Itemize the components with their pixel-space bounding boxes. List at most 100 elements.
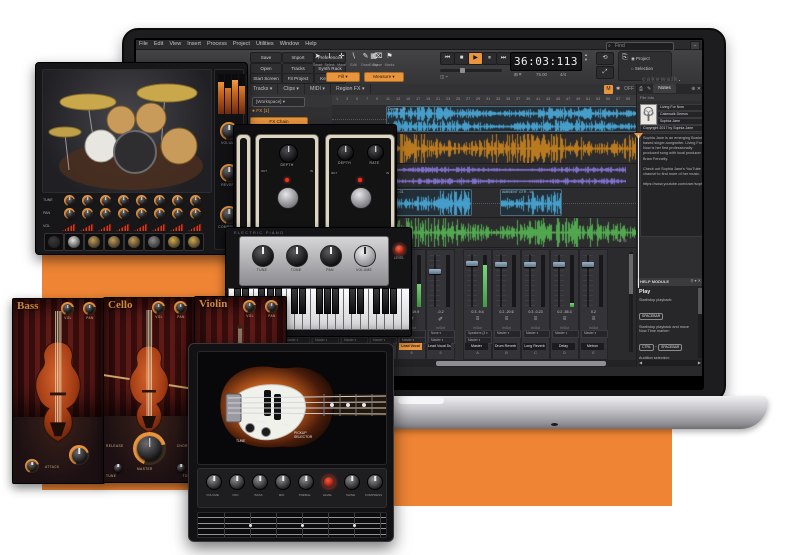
fader-cap[interactable]	[466, 261, 478, 266]
strip-pan-icon[interactable]: ≡	[493, 316, 520, 322]
notes-text[interactable]: Sophia Jane is an emerging Boston based …	[640, 133, 702, 237]
window-minimize-button[interactable]: –	[690, 41, 700, 50]
view-tab-region[interactable]: Region FX ▾	[331, 84, 371, 94]
bass-release-knob[interactable]	[71, 447, 87, 463]
strip-send-dropdown[interactable]: Master ▾	[581, 330, 608, 338]
menu-help[interactable]: Help	[302, 40, 319, 48]
piano-pan-knob[interactable]	[320, 245, 342, 267]
menu-edit[interactable]: Edit	[151, 40, 166, 48]
piano-black-key[interactable]	[315, 288, 323, 314]
bass-mid-knob[interactable]	[275, 474, 291, 490]
tremolo-footswitch[interactable]	[350, 187, 372, 209]
menu-file[interactable]: File	[136, 40, 151, 48]
piano-volume-knob[interactable]	[354, 245, 376, 267]
cello-small-knob[interactable]	[114, 464, 122, 472]
fader-cap[interactable]	[582, 262, 594, 267]
metronome-icon[interactable]: ◫ ⌁	[440, 74, 448, 80]
transport-spinner[interactable]: ▲ ▼	[584, 52, 592, 70]
drum-pan-knob[interactable]	[83, 209, 92, 218]
violin-pan-knob[interactable]	[267, 302, 276, 311]
cello-vol-knob[interactable]	[154, 303, 163, 312]
drum-pan-knob[interactable]	[155, 209, 164, 218]
drum-tune-knob[interactable]	[155, 196, 164, 205]
drum-tune-knob[interactable]	[65, 196, 74, 205]
chorus-depth-knob[interactable]	[279, 144, 298, 163]
piano-black-key[interactable]	[332, 288, 340, 314]
piano-black-key[interactable]	[389, 288, 397, 314]
drum-pan-knob[interactable]	[173, 209, 182, 218]
strip-pan-icon[interactable]: ≡	[580, 316, 607, 322]
bass-compress-knob[interactable]	[367, 474, 383, 490]
piano-black-key[interactable]	[348, 288, 356, 314]
drum-piece-thumb[interactable]	[184, 233, 204, 251]
tool-select-icon[interactable]: I	[324, 52, 335, 62]
transport-forward-button[interactable]: ⏭	[496, 52, 511, 65]
menu-process[interactable]: Process	[204, 40, 230, 48]
drum-piece-thumb[interactable]	[84, 233, 104, 251]
drum-vol-meter[interactable]	[188, 223, 202, 231]
bass-attack-knob[interactable]	[27, 461, 37, 471]
drum-vol-meter[interactable]	[62, 223, 76, 231]
copyright-field[interactable]: Copyright 2017 by Sophia Jane	[640, 125, 702, 133]
fader-cap[interactable]	[553, 262, 565, 267]
drum-pan-knob[interactable]	[119, 209, 128, 218]
fx-global-icon[interactable]: ✱	[616, 86, 620, 92]
drum-piece-thumb[interactable]	[144, 233, 164, 251]
strip-pan-icon[interactable]: ≡	[522, 316, 549, 322]
drum-piece-thumb[interactable]	[104, 233, 124, 251]
transport-scrub-slider[interactable]	[440, 68, 502, 73]
fit-project-button[interactable]: Fit Project	[282, 73, 314, 84]
menu-window[interactable]: Window	[277, 40, 303, 48]
mode-project-radio[interactable]: ◉ Project	[631, 56, 650, 62]
drum-tune-knob[interactable]	[173, 196, 182, 205]
tremolo-rate-knob[interactable]	[367, 144, 384, 161]
drum-pan-knob[interactable]	[137, 209, 146, 218]
transport-rewind-button[interactable]: ⏮	[440, 52, 455, 65]
transport-play-button[interactable]: ▶	[468, 52, 483, 65]
meter-value[interactable]: 4/4	[560, 72, 566, 77]
save-button[interactable]: Save	[250, 52, 282, 63]
mixer-strip-long-reverb[interactable]: 0.3 -0.23 ≡ In/Out Master ▾ Long Reverb C	[521, 249, 550, 360]
piano-white-key[interactable]	[400, 288, 409, 330]
drum-piece-thumb[interactable]	[64, 233, 84, 251]
strip-automation-icon[interactable]: ✐	[427, 316, 454, 323]
piano-tune-knob[interactable]	[252, 245, 274, 267]
bass-pan-knob[interactable]	[229, 474, 245, 490]
view-tab-tracks[interactable]: Tracks ▾	[248, 84, 279, 94]
bass-pan-knob[interactable]	[85, 304, 94, 313]
plugin-tab-icon[interactable]: ✎	[645, 84, 653, 94]
drum-pan-knob[interactable]	[101, 209, 110, 218]
piano-black-key[interactable]	[324, 288, 332, 314]
loop-button[interactable]: ⟲	[596, 52, 614, 65]
mode-selection-radio[interactable]: ○ Selection	[631, 66, 653, 71]
piano-black-key[interactable]	[373, 288, 381, 314]
tab-notes[interactable]: Notes	[653, 84, 676, 93]
snap-marks-icon[interactable]: ⚑	[384, 52, 395, 62]
cello-master-knob[interactable]	[137, 436, 162, 461]
clipboard-icon[interactable]: ⎘	[622, 54, 628, 62]
cello-small-knob[interactable]	[177, 464, 185, 472]
bass-volume-knob[interactable]	[206, 474, 222, 490]
workspace-dropdown[interactable]: [Workspace] ▾	[252, 97, 305, 107]
bass-fretboard[interactable]	[197, 512, 387, 538]
drum-piece-thumb[interactable]	[44, 233, 64, 251]
drum-vol-meter[interactable]	[80, 223, 94, 231]
snap-measure-dropdown[interactable]: Measure ▾	[364, 72, 404, 82]
bass-treble-knob[interactable]	[298, 474, 314, 490]
strip-send-dropdown[interactable]: Master ▾	[552, 330, 579, 338]
browser-menu-icon[interactable]: ⊕ ✕	[689, 84, 702, 94]
drum-tune-knob[interactable]	[119, 196, 128, 205]
help-vscrollbar[interactable]	[698, 288, 702, 358]
drum-piece-thumb[interactable]	[124, 233, 144, 251]
bass-guitar-photo[interactable]: TUNE SLIDE POLY MONO PICKUP SELECTOR	[197, 351, 387, 465]
transport-stop-button[interactable]: ■	[454, 52, 469, 65]
start-screen-button[interactable]: Start Screen	[250, 73, 282, 84]
clip-ambient-gtr-2[interactable]: AMBIENT GTR - 04	[500, 189, 562, 216]
drum-vol-meter[interactable]	[170, 223, 184, 231]
strip-pan-icon[interactable]: ≡	[551, 316, 578, 322]
transport-pause-button[interactable]: ⏸	[482, 52, 497, 65]
strip-send-dropdown[interactable]: Master ▾	[494, 330, 521, 338]
drum-tune-knob[interactable]	[191, 196, 200, 205]
expand-button[interactable]: ⤢	[596, 66, 614, 79]
menu-project[interactable]: Project	[230, 40, 253, 48]
